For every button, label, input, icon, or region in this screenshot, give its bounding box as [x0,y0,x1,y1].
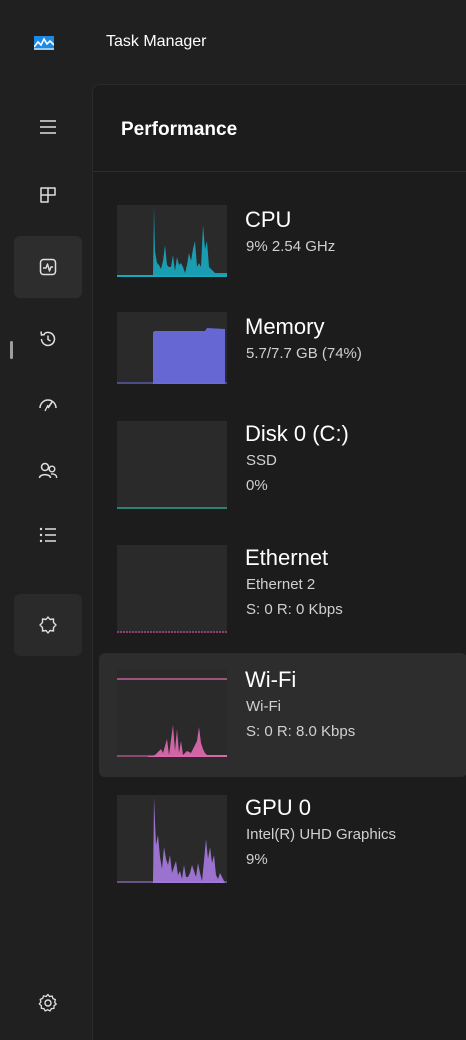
resource-item-wifi[interactable]: Wi-Fi Wi-Fi S: 0 R: 8.0 Kbps [99,653,466,777]
hamburger-menu-button[interactable] [14,96,82,158]
resource-detail-wifi: S: 0 R: 8.0 Kbps [246,723,356,740]
resource-detail-memory: 5.7/7.7 GB (74%) [246,345,362,362]
resource-adapter-wifi: Wi-Fi [246,698,281,715]
gpu-graph-svg [117,797,227,883]
nav-app-history-button[interactable] [14,308,82,370]
wifi-graph [117,669,227,757]
title-bar: Task Manager [0,0,466,84]
resource-type-disk: SSD [246,452,277,469]
performance-icon [39,258,57,276]
resource-name-ethernet: Ethernet [245,545,329,570]
header-divider [93,171,466,172]
page-title: Performance [121,119,238,140]
gpu-graph [117,795,227,883]
resource-name-gpu: GPU 0 [245,795,312,820]
resource-name-disk: Disk 0 (C:) [245,421,349,446]
cpu-graph [117,205,227,277]
nav-services-button[interactable] [14,594,82,656]
nav-startup-apps-button[interactable] [14,374,82,436]
resource-item-disk[interactable]: Disk 0 (C:) SSD 0% [99,407,466,531]
app-history-icon [40,331,56,347]
ethernet-graph-svg [117,631,227,633]
resource-detail-disk: 0% [246,477,268,494]
gpu-graph-fill [153,797,225,883]
memory-graph-fill [153,328,225,384]
memory-graph [117,312,227,384]
resource-detail-ethernet: S: 0 R: 0 Kbps [246,601,343,618]
resource-name-cpu: CPU [245,207,292,232]
details-icon [39,527,56,543]
disk-graph-svg [117,507,227,509]
navigation-rail [0,84,92,1040]
resource-item-gpu[interactable]: GPU 0 Intel(R) UHD Graphics 9% [99,781,466,905]
ethernet-graph [117,545,227,633]
resource-item-memory[interactable]: Memory 5.7/7.7 GB (74%) [99,300,466,424]
nav-performance-button[interactable] [14,236,82,298]
nav-settings-button[interactable] [14,972,82,1034]
resource-name-memory: Memory [245,314,325,339]
wifi-graph-svg [117,678,227,757]
task-manager-logo-icon [34,36,54,50]
processes-icon [40,187,56,203]
performance-panel: Performance CPU 9% 2.54 GHz Memory 5.7/7… [92,84,466,1040]
cpu-graph-fill [117,207,227,277]
active-nav-indicator [10,341,13,359]
resource-adapter-ethernet: Ethernet 2 [246,576,316,593]
resource-adapter-gpu: Intel(R) UHD Graphics [246,826,397,843]
resource-detail-cpu: 9% 2.54 GHz [246,238,336,255]
resource-name-wifi: Wi-Fi [245,667,297,692]
disk-graph [117,421,227,509]
resource-item-cpu[interactable]: CPU 9% 2.54 GHz [99,193,466,317]
nav-details-button[interactable] [14,504,82,566]
users-icon [38,462,58,479]
hamburger-menu-icon [40,120,56,134]
wifi-graph-fill [147,725,227,757]
nav-processes-button[interactable] [14,164,82,226]
resource-detail-gpu: 9% [246,851,268,868]
task-manager-window: Task Manager Performance CPU 9% 2.54 GHz… [0,0,466,1040]
settings-icon [38,993,57,1012]
memory-graph-svg [117,328,227,384]
startup-apps-icon [39,399,57,412]
resource-item-ethernet[interactable]: Ethernet Ethernet 2 S: 0 R: 0 Kbps [99,531,466,655]
cpu-graph-svg [117,207,227,277]
app-title: Task Manager [106,33,207,50]
nav-users-button[interactable] [14,440,82,502]
services-icon [39,616,57,634]
